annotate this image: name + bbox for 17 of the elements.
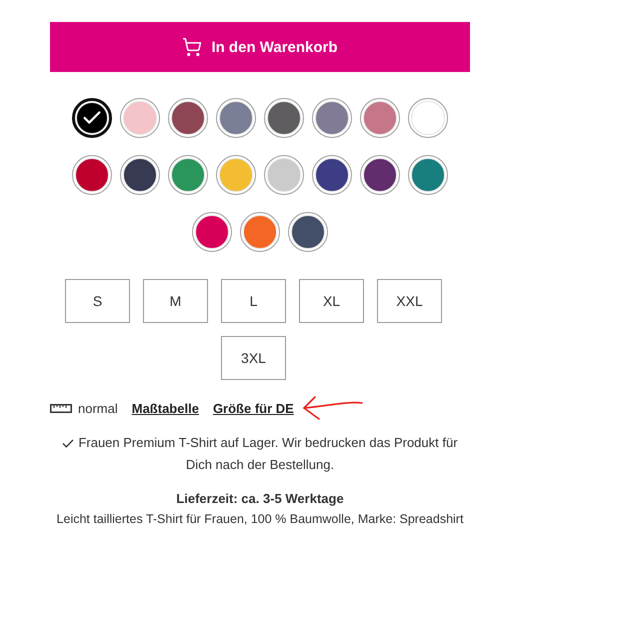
fit-label: normal [78,400,118,416]
check-icon [62,439,74,448]
size-option-button[interactable]: XXL [377,279,442,323]
cart-icon [182,37,202,57]
size-option-button[interactable]: S [65,279,130,323]
delivery-time-text: Lieferzeit: ca. 3-5 Werktage [175,490,345,508]
size-option-button[interactable]: 3XL [221,336,286,380]
size-option-button[interactable]: L [221,279,286,323]
ruler-icon [50,404,72,412]
size-info-link[interactable]: Größe für DE [212,400,294,416]
size-option-button[interactable]: M [143,279,208,323]
product-description-text: Leicht tailliertes T-Shirt für Frauen, 100 % Baumwolle, Marke: Spreadshirt [56,511,464,528]
size-option-button[interactable]: XL [299,279,364,323]
stock-note-text: Frauen Premium T-Shirt auf Lager. Wir bedrucken das Produkt für Dich nach der Bestellung. [78,435,458,472]
add-to-cart-button[interactable]: In den Warenkorb [50,22,470,72]
hand-drawn-arrow [302,395,364,421]
size-info-link[interactable]: Maßtabelle [132,400,199,416]
